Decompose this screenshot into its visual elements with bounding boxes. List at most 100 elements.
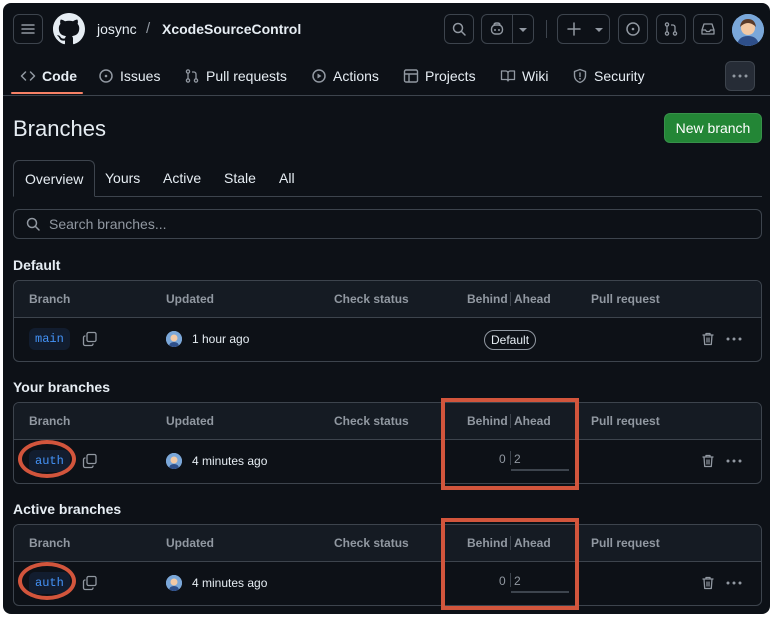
table-row: main 1 hour ago Default — [14, 317, 761, 361]
search-input[interactable] — [49, 216, 739, 232]
tab-actions[interactable]: Actions — [311, 57, 379, 95]
section-title-default: Default — [13, 257, 61, 273]
default-badge: Default — [484, 330, 537, 350]
copilot-divider — [512, 15, 513, 43]
tab-actions-label: Actions — [333, 68, 379, 84]
avatar — [166, 453, 182, 469]
tab-code[interactable]: Code — [20, 57, 77, 95]
updated-time: 1 hour ago — [192, 332, 250, 346]
branch-link[interactable]: main — [29, 328, 70, 350]
user-avatar[interactable] — [732, 14, 764, 46]
updated-cell: 1 hour ago — [166, 331, 249, 347]
tab-wiki-label: Wiki — [522, 68, 549, 84]
breadcrumb-separator: / — [146, 20, 151, 37]
tab-security-label: Security — [594, 68, 645, 84]
behind-ahead-divider — [510, 292, 511, 306]
shield-icon — [573, 68, 587, 84]
inbox-icon — [701, 23, 715, 35]
active-branches-table: Branch Updated Check status Behind Ahead… — [13, 524, 762, 606]
kebab-horizontal-icon[interactable] — [726, 459, 742, 463]
table-header: Branch Updated Check status Behind Ahead… — [14, 403, 761, 440]
tab-all[interactable]: All — [279, 160, 295, 196]
col-pull-request: Pull request — [591, 292, 660, 306]
tab-wiki[interactable]: Wiki — [500, 57, 548, 95]
annotation-oval-active-branches — [18, 562, 76, 600]
updated-cell: 4 minutes ago — [166, 453, 267, 469]
tab-stale[interactable]: Stale — [224, 160, 256, 196]
col-check-status: Check status — [334, 414, 409, 428]
trash-icon[interactable] — [700, 453, 716, 469]
new-branch-button[interactable]: New branch — [664, 113, 762, 143]
tab-projects[interactable]: Projects — [403, 57, 476, 95]
tab-projects-label: Projects — [425, 68, 476, 84]
table-header: Branch Updated Check status Behind Ahead… — [14, 525, 761, 562]
col-updated: Updated — [166, 536, 214, 550]
trash-icon[interactable] — [700, 575, 716, 591]
copilot-button[interactable] — [481, 14, 534, 44]
chevron-down-icon — [595, 28, 603, 32]
table-row: auth 4 minutes ago 0 2 — [14, 439, 761, 483]
section-title-your-branches: Your branches — [13, 379, 110, 395]
repo-name-link[interactable]: XcodeSourceControl — [162, 21, 301, 37]
inbox-button[interactable] — [693, 14, 723, 44]
avatar — [166, 331, 182, 347]
issue-opened-icon — [626, 22, 640, 36]
col-branch: Branch — [29, 414, 71, 428]
trash-icon[interactable] — [700, 331, 716, 347]
more-nav-button[interactable] — [725, 61, 755, 91]
git-pull-request-icon — [185, 69, 199, 83]
tab-yours[interactable]: Yours — [105, 160, 140, 196]
your-branches-table: Branch Updated Check status Behind Ahead… — [13, 402, 762, 484]
tab-issues[interactable]: Issues — [98, 57, 160, 95]
kebab-horizontal-icon[interactable] — [726, 337, 742, 341]
search-branches[interactable] — [13, 209, 762, 239]
col-branch: Branch — [29, 292, 71, 306]
repo-owner-link[interactable]: josync — [97, 21, 137, 37]
tab-pull-requests[interactable]: Pull requests — [184, 57, 287, 95]
tab-issues-label: Issues — [120, 68, 161, 84]
tab-security[interactable]: Security — [572, 57, 645, 95]
col-branch: Branch — [29, 536, 71, 550]
hamburger-icon — [21, 24, 35, 34]
updated-time: 4 minutes ago — [192, 454, 268, 468]
copy-icon[interactable] — [82, 331, 98, 347]
col-check-status: Check status — [334, 292, 409, 306]
copy-icon[interactable] — [82, 575, 98, 591]
menu-button[interactable] — [13, 14, 43, 44]
chevron-down-icon — [519, 28, 527, 32]
toolbar-divider — [546, 20, 547, 38]
table-icon — [403, 69, 419, 83]
tab-active[interactable]: Active — [163, 160, 201, 196]
col-updated: Updated — [166, 292, 214, 306]
branch-filter-tabs: Overview Yours Active Stale All — [13, 160, 762, 197]
section-title-active-branches: Active branches — [13, 501, 122, 517]
tab-pull-requests-label: Pull requests — [206, 68, 287, 84]
annotation-box-your-branches — [441, 398, 579, 490]
app-window: josync / XcodeSourceControl Code Issues … — [3, 3, 770, 614]
pull-requests-button[interactable] — [656, 14, 686, 44]
annotation-oval-your-branches — [18, 440, 76, 478]
table-header: Branch Updated Check status Behind Ahead… — [14, 281, 761, 318]
kebab-horizontal-icon — [732, 74, 748, 78]
repo-nav: Code Issues Pull requests Actions Projec… — [3, 57, 770, 96]
create-new-button[interactable] — [557, 14, 610, 44]
page-title: Branches — [13, 116, 106, 141]
avatar — [166, 575, 182, 591]
tab-overview[interactable]: Overview — [13, 160, 96, 197]
avatar-image-icon — [166, 575, 182, 591]
code-icon — [20, 71, 36, 81]
issues-button[interactable] — [618, 14, 648, 44]
tab-code-label: Code — [42, 68, 77, 84]
kebab-horizontal-icon[interactable] — [726, 581, 742, 585]
plus-icon — [567, 22, 581, 36]
avatar-image-icon — [732, 14, 764, 46]
search-button[interactable] — [444, 14, 474, 44]
updated-time: 4 minutes ago — [192, 576, 268, 590]
search-icon — [26, 217, 40, 231]
table-row: auth 4 minutes ago 0 2 — [14, 561, 761, 605]
col-pull-request: Pull request — [591, 536, 660, 550]
github-logo-icon[interactable] — [53, 13, 85, 45]
play-icon — [312, 69, 326, 83]
copy-icon[interactable] — [82, 453, 98, 469]
active-tab-underline — [11, 92, 83, 94]
